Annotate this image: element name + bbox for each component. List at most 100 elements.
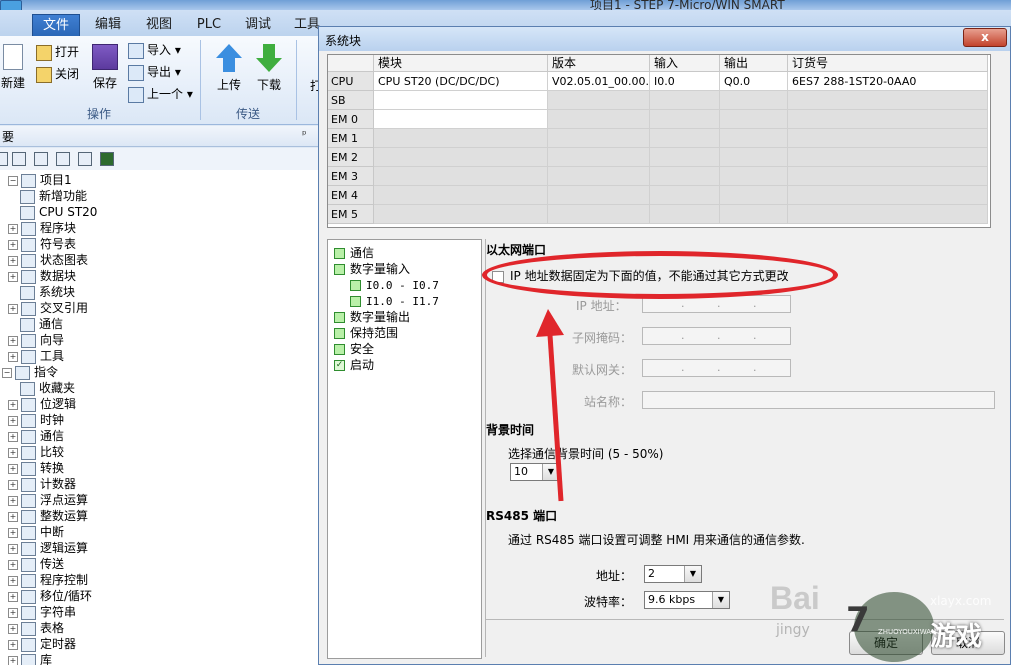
expand-icon[interactable]: + [8, 239, 18, 250]
tree-item[interactable]: − 指令 [2, 364, 58, 380]
close-button[interactable]: x [963, 28, 1007, 47]
table-cell[interactable] [720, 167, 788, 186]
column-header[interactable]: 输入 [650, 55, 720, 72]
config-tree-item[interactable]: 数字量输出 [334, 309, 410, 325]
tree-item[interactable]: + 程序块 [8, 220, 76, 236]
table-cell[interactable] [720, 205, 788, 224]
table-cell[interactable]: CPU ST20 (DC/DC/DC) [374, 72, 548, 91]
tree-item[interactable]: 系统块 [20, 284, 75, 300]
subnet-mask-field[interactable]: ... [642, 327, 791, 345]
tree-item[interactable]: + 表格 [8, 620, 64, 636]
expand-icon[interactable]: + [8, 255, 18, 266]
tree-item[interactable]: + 转换 [8, 460, 64, 476]
expand-icon[interactable]: + [8, 447, 18, 458]
column-header[interactable]: 订货号 [788, 55, 988, 72]
tree-item[interactable]: 收藏夹 [20, 380, 75, 396]
table-cell[interactable] [650, 91, 720, 110]
chevron-down-icon[interactable]: ▼ [684, 566, 701, 582]
expand-icon[interactable]: + [8, 431, 18, 442]
expand-icon[interactable]: + [8, 655, 18, 665]
chevron-down-icon[interactable]: ▼ [712, 592, 729, 608]
tree-item[interactable]: + 状态图表 [8, 252, 88, 268]
tree-item[interactable]: 通信 [20, 316, 63, 332]
config-tree-item[interactable]: 安全 [334, 341, 374, 357]
rs485-address-select[interactable]: 2 ▼ [644, 565, 702, 583]
table-cell[interactable]: V02.05.01_00.00... [548, 72, 650, 91]
table-cell[interactable] [374, 110, 548, 129]
gateway-field[interactable]: ... [642, 359, 791, 377]
column-header[interactable]: 模块 [374, 55, 548, 72]
table-cell[interactable] [720, 110, 788, 129]
tab-plc[interactable]: PLC [192, 14, 226, 36]
table-cell[interactable] [374, 91, 548, 110]
config-tree-item[interactable]: I0.0 - I0.7 [350, 277, 439, 293]
expand-icon[interactable]: + [8, 543, 18, 554]
table-cell[interactable] [650, 110, 720, 129]
expand-icon[interactable]: + [8, 527, 18, 538]
toolbar-icon[interactable] [34, 152, 48, 166]
table-cell[interactable] [374, 148, 548, 167]
table-cell[interactable] [548, 205, 650, 224]
table-cell[interactable] [788, 148, 988, 167]
config-tree-item[interactable]: 通信 [334, 245, 374, 261]
toolbar-icon[interactable] [0, 152, 8, 166]
table-cell[interactable] [548, 110, 650, 129]
save-button[interactable]: 保存 [88, 42, 122, 91]
table-cell[interactable] [720, 129, 788, 148]
table-cell[interactable]: 6ES7 288-1ST20-0AA0 [788, 72, 988, 91]
tab-view[interactable]: 视图 [140, 14, 178, 36]
table-cell[interactable] [788, 110, 988, 129]
expand-icon[interactable]: + [8, 415, 18, 426]
expand-icon[interactable]: + [8, 639, 18, 650]
tree-item[interactable]: + 中断 [8, 524, 64, 540]
table-cell[interactable] [374, 205, 548, 224]
table-cell[interactable] [720, 148, 788, 167]
table-cell[interactable] [548, 129, 650, 148]
toolbar-icon[interactable] [78, 152, 92, 166]
pin-icon[interactable]: ᵖ [302, 128, 307, 141]
table-cell[interactable] [650, 205, 720, 224]
table-cell[interactable] [374, 129, 548, 148]
open-button[interactable]: 打开 [36, 42, 79, 62]
tree-item[interactable]: CPU ST20 [20, 204, 97, 220]
tree-item[interactable]: + 逻辑运算 [8, 540, 88, 556]
upload-button[interactable]: 上传 [212, 42, 246, 93]
expand-icon[interactable]: + [8, 303, 18, 314]
expand-icon[interactable]: + [8, 511, 18, 522]
tree-item[interactable]: + 程序控制 [8, 572, 88, 588]
tree-item[interactable]: − 项目1 [8, 172, 72, 188]
export-button[interactable]: 导出 ▾ [128, 62, 181, 82]
table-cell[interactable] [650, 129, 720, 148]
tree-item[interactable]: + 交叉引用 [8, 300, 88, 316]
table-cell[interactable] [788, 205, 988, 224]
expand-icon[interactable]: + [8, 399, 18, 410]
tree-item[interactable]: + 工具 [8, 348, 64, 364]
table-cell[interactable] [788, 186, 988, 205]
tree-item[interactable]: + 通信 [8, 428, 64, 444]
expand-icon[interactable]: + [8, 335, 18, 346]
table-cell[interactable] [788, 167, 988, 186]
tree-item[interactable]: + 整数运算 [8, 508, 88, 524]
table-cell[interactable]: I0.0 [650, 72, 720, 91]
import-button[interactable]: 导入 ▾ [128, 40, 181, 60]
expand-icon[interactable]: + [8, 351, 18, 362]
expand-icon[interactable]: + [8, 271, 18, 282]
expand-icon[interactable]: + [8, 559, 18, 570]
table-cell[interactable] [650, 186, 720, 205]
expand-icon[interactable]: + [8, 479, 18, 490]
expand-icon[interactable]: + [8, 463, 18, 474]
table-cell[interactable] [548, 186, 650, 205]
tree-item[interactable]: + 数据块 [8, 268, 76, 284]
column-header[interactable]: 版本 [548, 55, 650, 72]
tree-item[interactable]: + 计数器 [8, 476, 76, 492]
tab-file[interactable]: 文件 [32, 14, 80, 38]
previous-button[interactable]: 上一个 ▾ [128, 84, 193, 104]
expand-icon[interactable]: + [8, 623, 18, 634]
table-cell[interactable] [374, 186, 548, 205]
baud-rate-select[interactable]: 9.6 kbps ▼ [644, 591, 730, 609]
tree-item[interactable]: + 定时器 [8, 636, 76, 652]
new-button[interactable]: 新建 [0, 42, 26, 91]
expand-icon[interactable]: + [8, 223, 18, 234]
config-tree-item[interactable]: 保持范围 [334, 325, 398, 341]
table-cell[interactable] [788, 129, 988, 148]
